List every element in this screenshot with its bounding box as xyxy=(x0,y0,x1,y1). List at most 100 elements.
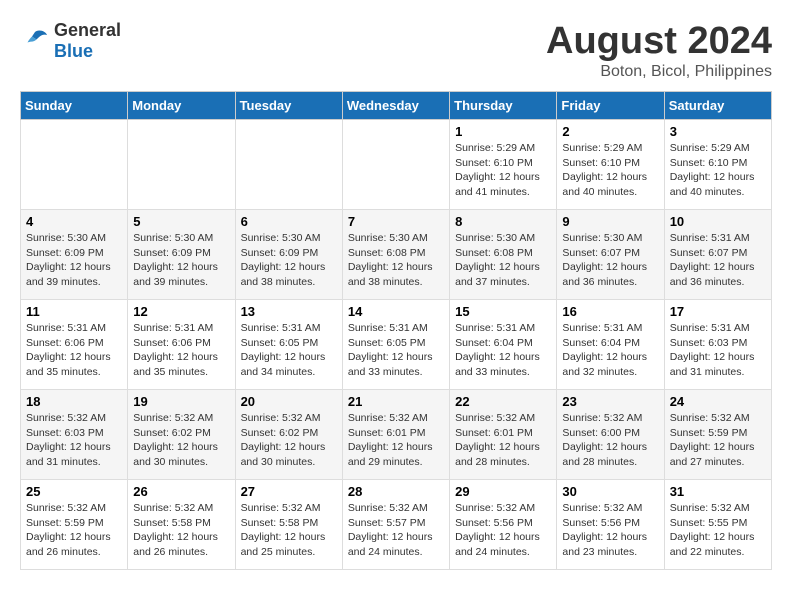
day-info: Sunrise: 5:31 AM Sunset: 6:04 PM Dayligh… xyxy=(562,321,658,380)
location-text: Boton, Bicol, Philippines xyxy=(546,63,772,81)
day-number: 28 xyxy=(348,484,444,499)
page-header: General Blue August 2024 Boton, Bicol, P… xyxy=(20,20,772,81)
day-number: 3 xyxy=(670,124,766,139)
calendar-cell: 18 Sunrise: 5:32 AM Sunset: 6:03 PM Dayli… xyxy=(21,390,128,480)
calendar-week-row: 4 Sunrise: 5:30 AM Sunset: 6:09 PM Daylig… xyxy=(21,210,772,300)
weekday-header-monday: Monday xyxy=(128,92,235,120)
calendar-cell: 4 Sunrise: 5:30 AM Sunset: 6:09 PM Daylig… xyxy=(21,210,128,300)
day-number: 27 xyxy=(241,484,337,499)
calendar-week-row: 11 Sunrise: 5:31 AM Sunset: 6:06 PM Dayli… xyxy=(21,300,772,390)
day-info: Sunrise: 5:32 AM Sunset: 5:58 PM Dayligh… xyxy=(133,501,229,560)
calendar-cell: 15 Sunrise: 5:31 AM Sunset: 6:04 PM Dayli… xyxy=(450,300,557,390)
day-info: Sunrise: 5:31 AM Sunset: 6:04 PM Dayligh… xyxy=(455,321,551,380)
logo-icon xyxy=(20,26,50,56)
calendar-cell: 13 Sunrise: 5:31 AM Sunset: 6:05 PM Dayli… xyxy=(235,300,342,390)
day-number: 13 xyxy=(241,304,337,319)
calendar-cell xyxy=(235,120,342,210)
calendar-cell: 10 Sunrise: 5:31 AM Sunset: 6:07 PM Dayli… xyxy=(664,210,771,300)
calendar-cell: 24Sunrise: 5:32 AM Sunset: 5:59 PM Dayli… xyxy=(664,390,771,480)
calendar-cell: 7 Sunrise: 5:30 AM Sunset: 6:08 PM Daylig… xyxy=(342,210,449,300)
day-info: Sunrise: 5:30 AM Sunset: 6:07 PM Dayligh… xyxy=(562,231,658,290)
weekday-header-friday: Friday xyxy=(557,92,664,120)
day-info: Sunrise: 5:29 AM Sunset: 6:10 PM Dayligh… xyxy=(562,141,658,200)
day-info: Sunrise: 5:32 AM Sunset: 5:55 PM Dayligh… xyxy=(670,501,766,560)
day-info: Sunrise: 5:32 AM Sunset: 6:03 PM Dayligh… xyxy=(26,411,122,470)
day-number: 9 xyxy=(562,214,658,229)
weekday-header-thursday: Thursday xyxy=(450,92,557,120)
logo: General Blue xyxy=(20,20,121,62)
day-number: 22 xyxy=(455,394,551,409)
calendar-cell: 19Sunrise: 5:32 AM Sunset: 6:02 PM Dayli… xyxy=(128,390,235,480)
calendar-cell: 5Sunrise: 5:30 AM Sunset: 6:09 PM Daylig… xyxy=(128,210,235,300)
calendar-cell: 11 Sunrise: 5:31 AM Sunset: 6:06 PM Dayli… xyxy=(21,300,128,390)
calendar-cell: 14Sunrise: 5:31 AM Sunset: 6:05 PM Dayli… xyxy=(342,300,449,390)
weekday-header-row: SundayMondayTuesdayWednesdayThursdayFrid… xyxy=(21,92,772,120)
calendar-cell: 26 Sunrise: 5:32 AM Sunset: 5:58 PM Dayli… xyxy=(128,480,235,570)
day-info: Sunrise: 5:32 AM Sunset: 5:59 PM Dayligh… xyxy=(26,501,122,560)
day-info: Sunrise: 5:32 AM Sunset: 6:01 PM Dayligh… xyxy=(455,411,551,470)
calendar-cell: 8 Sunrise: 5:30 AM Sunset: 6:08 PM Daylig… xyxy=(450,210,557,300)
day-number: 20 xyxy=(241,394,337,409)
calendar-cell: 31Sunrise: 5:32 AM Sunset: 5:55 PM Dayli… xyxy=(664,480,771,570)
day-info: Sunrise: 5:32 AM Sunset: 5:56 PM Dayligh… xyxy=(562,501,658,560)
day-number: 4 xyxy=(26,214,122,229)
day-info: Sunrise: 5:32 AM Sunset: 6:02 PM Dayligh… xyxy=(241,411,337,470)
day-number: 11 xyxy=(26,304,122,319)
calendar-cell xyxy=(21,120,128,210)
day-info: Sunrise: 5:30 AM Sunset: 6:09 PM Dayligh… xyxy=(241,231,337,290)
calendar-cell: 23 Sunrise: 5:32 AM Sunset: 6:00 PM Dayli… xyxy=(557,390,664,480)
day-number: 8 xyxy=(455,214,551,229)
calendar-cell: 21 Sunrise: 5:32 AM Sunset: 6:01 PM Dayli… xyxy=(342,390,449,480)
day-info: Sunrise: 5:31 AM Sunset: 6:05 PM Dayligh… xyxy=(241,321,337,380)
calendar-cell: 3 Sunrise: 5:29 AM Sunset: 6:10 PM Daylig… xyxy=(664,120,771,210)
calendar-cell: 27 Sunrise: 5:32 AM Sunset: 5:58 PM Dayli… xyxy=(235,480,342,570)
day-info: Sunrise: 5:31 AM Sunset: 6:07 PM Dayligh… xyxy=(670,231,766,290)
month-year-title: August 2024 xyxy=(546,20,772,63)
calendar-cell: 1Sunrise: 5:29 AM Sunset: 6:10 PM Daylig… xyxy=(450,120,557,210)
calendar-cell: 22 Sunrise: 5:32 AM Sunset: 6:01 PM Dayli… xyxy=(450,390,557,480)
day-number: 5 xyxy=(133,214,229,229)
calendar-table: SundayMondayTuesdayWednesdayThursdayFrid… xyxy=(20,91,772,570)
day-number: 23 xyxy=(562,394,658,409)
day-number: 10 xyxy=(670,214,766,229)
day-info: Sunrise: 5:31 AM Sunset: 6:05 PM Dayligh… xyxy=(348,321,444,380)
day-number: 24 xyxy=(670,394,766,409)
calendar-cell: 2 Sunrise: 5:29 AM Sunset: 6:10 PM Daylig… xyxy=(557,120,664,210)
day-info: Sunrise: 5:32 AM Sunset: 5:57 PM Dayligh… xyxy=(348,501,444,560)
calendar-cell: 6 Sunrise: 5:30 AM Sunset: 6:09 PM Daylig… xyxy=(235,210,342,300)
calendar-cell xyxy=(128,120,235,210)
day-info: Sunrise: 5:32 AM Sunset: 5:56 PM Dayligh… xyxy=(455,501,551,560)
day-info: Sunrise: 5:31 AM Sunset: 6:06 PM Dayligh… xyxy=(133,321,229,380)
day-number: 26 xyxy=(133,484,229,499)
day-number: 19 xyxy=(133,394,229,409)
day-number: 2 xyxy=(562,124,658,139)
calendar-cell: 16Sunrise: 5:31 AM Sunset: 6:04 PM Dayli… xyxy=(557,300,664,390)
weekday-header-wednesday: Wednesday xyxy=(342,92,449,120)
day-info: Sunrise: 5:30 AM Sunset: 6:08 PM Dayligh… xyxy=(455,231,551,290)
day-number: 18 xyxy=(26,394,122,409)
calendar-cell: 28 Sunrise: 5:32 AM Sunset: 5:57 PM Dayli… xyxy=(342,480,449,570)
day-info: Sunrise: 5:31 AM Sunset: 6:06 PM Dayligh… xyxy=(26,321,122,380)
calendar-cell: 20 Sunrise: 5:32 AM Sunset: 6:02 PM Dayli… xyxy=(235,390,342,480)
day-info: Sunrise: 5:32 AM Sunset: 6:00 PM Dayligh… xyxy=(562,411,658,470)
day-number: 30 xyxy=(562,484,658,499)
day-info: Sunrise: 5:32 AM Sunset: 5:58 PM Dayligh… xyxy=(241,501,337,560)
calendar-week-row: 25 Sunrise: 5:32 AM Sunset: 5:59 PM Dayli… xyxy=(21,480,772,570)
day-number: 6 xyxy=(241,214,337,229)
calendar-week-row: 18 Sunrise: 5:32 AM Sunset: 6:03 PM Dayli… xyxy=(21,390,772,480)
day-number: 15 xyxy=(455,304,551,319)
calendar-cell: 9 Sunrise: 5:30 AM Sunset: 6:07 PM Daylig… xyxy=(557,210,664,300)
calendar-cell xyxy=(342,120,449,210)
day-info: Sunrise: 5:30 AM Sunset: 6:08 PM Dayligh… xyxy=(348,231,444,290)
day-info: Sunrise: 5:29 AM Sunset: 6:10 PM Dayligh… xyxy=(670,141,766,200)
day-number: 21 xyxy=(348,394,444,409)
logo-text: General Blue xyxy=(54,20,121,62)
weekday-header-tuesday: Tuesday xyxy=(235,92,342,120)
day-info: Sunrise: 5:32 AM Sunset: 6:01 PM Dayligh… xyxy=(348,411,444,470)
day-number: 25 xyxy=(26,484,122,499)
day-number: 29 xyxy=(455,484,551,499)
calendar-cell: 29 Sunrise: 5:32 AM Sunset: 5:56 PM Dayli… xyxy=(450,480,557,570)
day-number: 7 xyxy=(348,214,444,229)
calendar-cell: 12Sunrise: 5:31 AM Sunset: 6:06 PM Dayli… xyxy=(128,300,235,390)
day-info: Sunrise: 5:30 AM Sunset: 6:09 PM Dayligh… xyxy=(26,231,122,290)
